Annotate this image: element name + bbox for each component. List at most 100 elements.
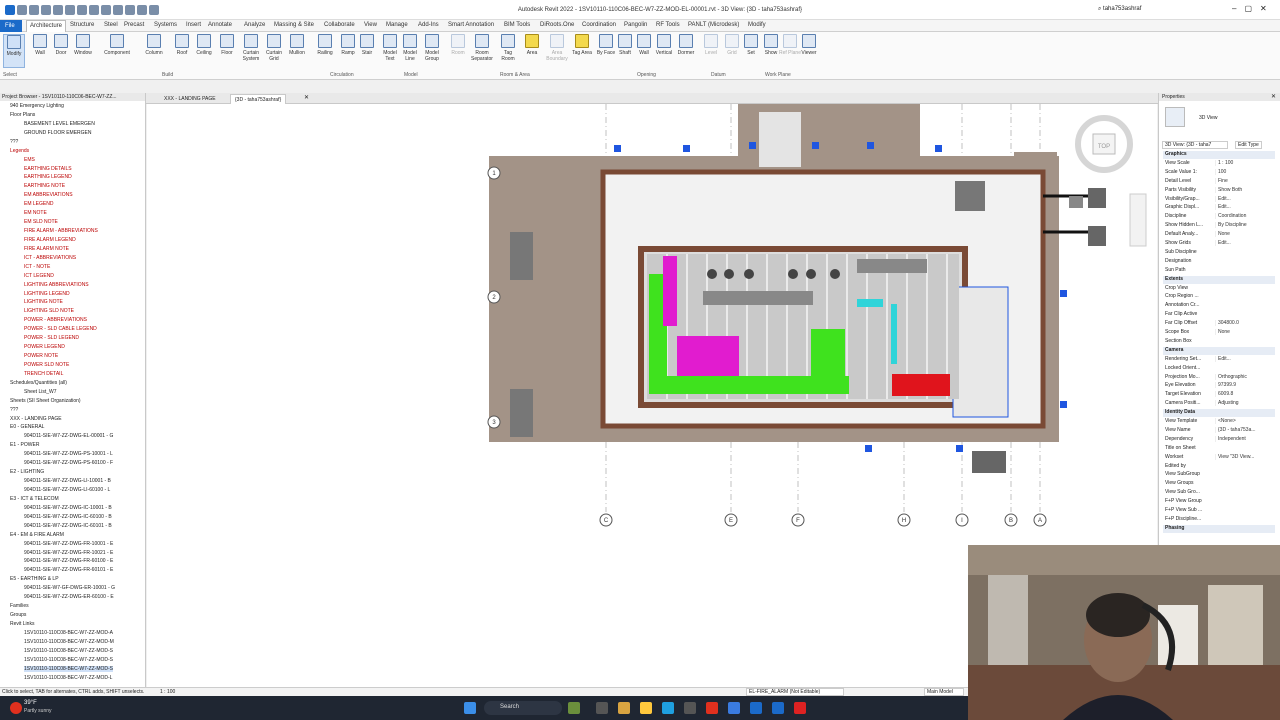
wall-opening-button[interactable]: Wall [633, 34, 655, 56]
tab-systems[interactable]: Systems [154, 22, 177, 28]
measure-icon[interactable] [77, 5, 87, 15]
browser-node-904d11-sie-w7-zz-dwg-el-00001-g[interactable]: 904D11-SIE-W7-ZZ-DWG-EL-00001 - G [24, 433, 113, 439]
browser-node-xxx-landing-page[interactable]: XXX - LANDING PAGE [10, 416, 62, 422]
property-row-eye-elevation[interactable]: Eye Elevation 97399.9 [1163, 382, 1275, 390]
revit-logo-icon[interactable] [5, 5, 15, 15]
browser-node-power-abbreviations[interactable]: POWER - ABBREVIATIONS [24, 317, 87, 323]
property-row-graphic-displ[interactable]: Graphic Displ... Edit... [1163, 204, 1275, 212]
settings-icon[interactable] [750, 702, 762, 714]
property-row-discipline[interactable]: Discipline Coordination [1163, 213, 1275, 221]
project-browser[interactable]: Project Browser - 1SV10110-110C06-BEC-W7… [0, 93, 146, 687]
browser-node-1sv10110-110c08-bec-w7-zz-mod-l[interactable]: 1SV10110-110C08-BEC-W7-ZZ-MOD-L [24, 675, 112, 681]
browser-node-904d11-sie-w7-zz-dwg-ic-60101-b[interactable]: 904D11-SIE-W7-ZZ-DWG-IC-60101 - B [24, 523, 112, 529]
undo-icon[interactable] [41, 5, 51, 15]
property-row-default-analy[interactable]: Default Analy... None [1163, 231, 1275, 239]
viewer-button[interactable]: Viewer [798, 34, 820, 56]
browser-node-1sv10110-110c08-bec-w7-zz-mod-m[interactable]: 1SV10110-110C08-BEC-W7-ZZ-MOD-M [24, 639, 114, 645]
navigation-bar[interactable] [1129, 193, 1147, 247]
green-block-right[interactable] [811, 329, 845, 384]
doc-tab-landing-page[interactable]: XXX - LANDING PAGE [160, 94, 220, 104]
maximize-icon[interactable]: ▢ [1244, 4, 1260, 13]
windows-start-icon[interactable] [464, 702, 476, 714]
property-row-view-sub-gro[interactable]: View Sub Gro... [1163, 489, 1275, 497]
cyan-duct-horizontal[interactable] [857, 299, 883, 307]
edge-icon[interactable] [662, 702, 674, 714]
modify-button[interactable]: Modify [3, 34, 25, 68]
minimize-icon[interactable]: – [1232, 4, 1244, 13]
browser-node-lighting-note[interactable]: LIGHTING NOTE [24, 299, 63, 305]
property-row-view-subgroup[interactable]: View SubGroup [1163, 471, 1275, 479]
property-value[interactable]: Orthographic [1215, 373, 1271, 380]
browser-node-e3-ict-telecom[interactable]: E3 - ICT & TELECOM [10, 496, 59, 502]
tag-room-button[interactable]: Tag Room [497, 34, 519, 62]
property-value[interactable]: None [1215, 231, 1271, 238]
browser-node-ict-abbreviations[interactable]: ICT - ABBREVIATIONS [24, 255, 76, 261]
browser-node-ict-legend[interactable]: ICT LEGEND [24, 273, 54, 279]
taskbar-search[interactable]: Search [484, 701, 562, 715]
browser-node-904d11-sie-w7-zz-dwg-li-10001-b[interactable]: 904D11-SIE-W7-ZZ-DWG-LI-10001 - B [24, 478, 111, 484]
property-row-annotation-cr[interactable]: Annotation Cr... [1163, 302, 1275, 310]
design-option[interactable]: Main Model [924, 688, 964, 696]
browser-node-trench-detail[interactable]: TRENCH DETAIL [24, 371, 63, 377]
tab-bim-tools[interactable]: BIM Tools [504, 22, 530, 28]
property-row-phasing[interactable]: Phasing [1163, 524, 1275, 533]
property-value[interactable]: Independent [1215, 435, 1271, 442]
property-row-far-clip-active[interactable]: Far Clip Active [1163, 311, 1275, 319]
browser-node-1sv10110-110c08-bec-w7-zz-mod-s[interactable]: 1SV10110-110C08-BEC-W7-ZZ-MOD-S [24, 648, 113, 654]
browser-node-e5-earthing-lp[interactable]: E5 - EARTHING & LP [10, 576, 59, 582]
browser-node-904d11-sie-w7-zz-dwg-ps-10001-l[interactable]: 904D11-SIE-W7-ZZ-DWG-PS-10001 - L [24, 451, 113, 457]
property-value[interactable]: Coordination [1215, 213, 1271, 220]
browser-node-904d11-sie-w7-zz-dwg-li-60100-l[interactable]: 904D11-SIE-W7-ZZ-DWG-LI-60100 - L [24, 487, 110, 493]
browser-node-power-sld-legend[interactable]: POWER - SLD LEGEND [24, 335, 79, 341]
browser-node-940-emergency-lighting[interactable]: 940 Emergency Lighting [10, 103, 64, 109]
room-separator-button[interactable]: Room Separator [469, 34, 495, 62]
annex-room[interactable] [759, 112, 801, 167]
property-value[interactable]: Edit... [1215, 195, 1271, 202]
set-button[interactable]: Set [740, 34, 762, 56]
property-row-identity-data[interactable]: Identity Data [1163, 409, 1275, 418]
tab-add-ins[interactable]: Add-Ins [418, 22, 439, 28]
close-properties-icon[interactable]: ✕ [1271, 93, 1276, 100]
active-workset[interactable]: EL-FIRE_ALARM (Not Editable) [746, 688, 844, 696]
browser-node-schedules-quantities-all[interactable]: Schedules/Quantities (all) [10, 380, 67, 386]
browser-node-904d11-sie-w7-zz-dwg-fr-60101-e[interactable]: 904D11-SIE-W7-ZZ-DWG-FR-60101 - E [24, 567, 113, 573]
switch-windows-icon[interactable] [149, 5, 159, 15]
property-row-sun-path[interactable]: Sun Path [1163, 267, 1275, 275]
floor-button[interactable]: Floor [216, 34, 238, 56]
close-tab-icon[interactable]: ✕ [304, 94, 309, 101]
property-value[interactable]: {3D - taha753a... [1215, 426, 1271, 433]
mail-icon[interactable] [684, 702, 696, 714]
browser-node-em-abbreviations[interactable]: EM ABBREVIATIONS [24, 192, 73, 198]
group-select[interactable]: Select [3, 72, 17, 78]
ceiling-button[interactable]: Ceiling [193, 34, 215, 56]
property-row-locked-orient[interactable]: Locked Orient... [1163, 365, 1275, 373]
property-value[interactable]: 1 : 100 [1215, 159, 1271, 166]
tab-architecture[interactable]: Architecture [26, 20, 67, 32]
property-row-projection-mo[interactable]: Projection Mo... Orthographic [1163, 373, 1275, 382]
level-button[interactable]: Level [700, 34, 722, 56]
browser-node-legends[interactable]: Legends [10, 148, 29, 154]
property-value[interactable]: 100 [1215, 168, 1271, 175]
browser-node-earthing-legend[interactable]: EARTHING LEGEND [24, 174, 72, 180]
browser-node-fire-alarm-abbreviations[interactable]: FIRE ALARM - ABBREVIATIONS [24, 228, 98, 234]
quick-access-toolbar[interactable] [4, 5, 160, 17]
property-value[interactable]: Fine [1215, 177, 1271, 184]
property-value[interactable]: View "3D View... [1215, 453, 1271, 460]
cyan-duct-vertical[interactable] [891, 304, 897, 364]
property-row-camera-positi[interactable]: Camera Positi... Adjusting [1163, 400, 1275, 408]
tab-structure[interactable]: Structure [70, 22, 94, 28]
left-box-lower[interactable] [510, 389, 533, 437]
group-room-area[interactable]: Room & Area [500, 72, 530, 78]
stair-button[interactable]: Stair [356, 34, 378, 56]
browser-node-1sv10110-110c08-bec-w7-zz-mod-a[interactable]: 1SV10110-110C08-BEC-W7-ZZ-MOD-A [24, 630, 113, 636]
property-row-title-on-sheet[interactable]: Title on Sheet [1163, 445, 1275, 453]
property-row-view-groups[interactable]: View Groups [1163, 480, 1275, 488]
browser-node-em-sld-note[interactable]: EM SLD NOTE [24, 219, 58, 225]
model-text-button[interactable]: Model Text [379, 34, 401, 62]
property-value[interactable]: <None> [1215, 418, 1271, 424]
save-icon[interactable] [29, 5, 39, 15]
browser-node-e1-power[interactable]: E1 - POWER [10, 442, 39, 448]
browser-node-904d11-sie-w7-zz-dwg-er-60100-e[interactable]: 904D11-SIE-W7-ZZ-DWG-ER-60100 - E [24, 594, 114, 600]
instance-selector[interactable]: 3D View: {3D - taha7 [1162, 141, 1228, 149]
task-view-icon[interactable] [596, 702, 608, 714]
